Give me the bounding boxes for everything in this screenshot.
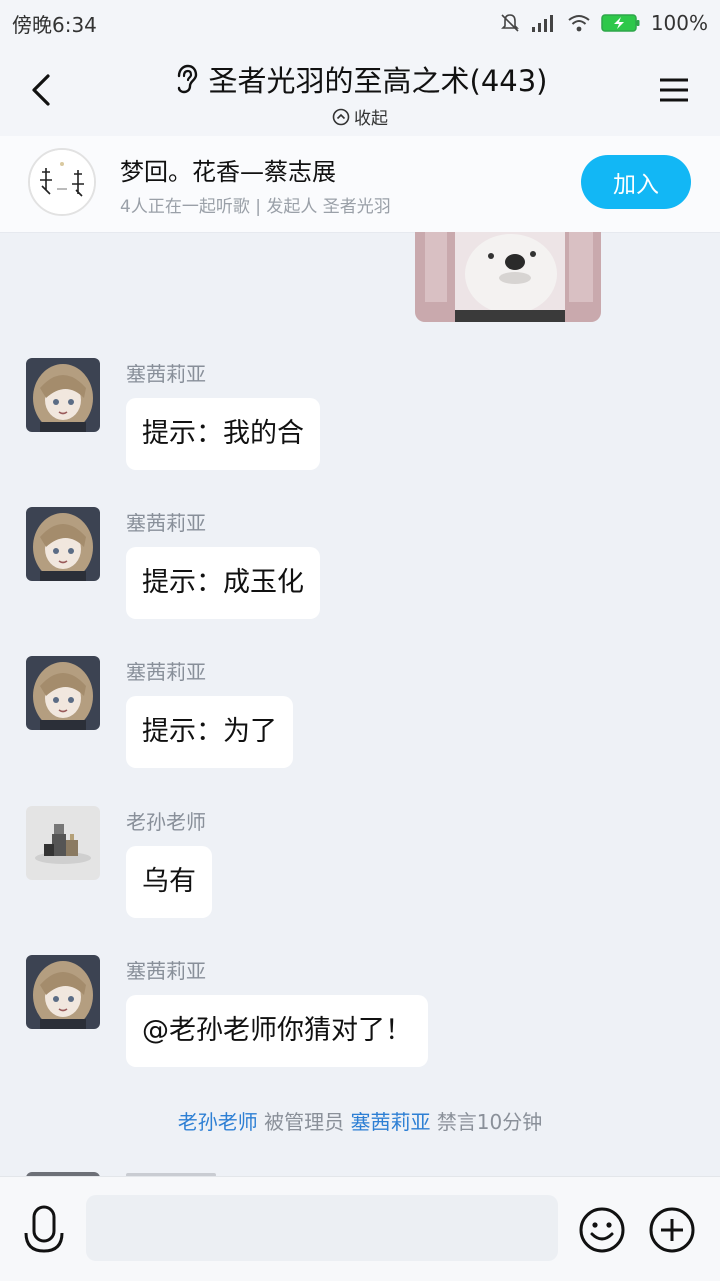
status-icons: 100% xyxy=(499,11,708,35)
back-arrow-icon xyxy=(32,74,50,106)
input-bar xyxy=(0,1176,720,1281)
avatar[interactable] xyxy=(26,656,100,730)
status-time: 傍晚6:34 xyxy=(12,12,97,37)
emoji-button[interactable] xyxy=(578,1206,626,1254)
listen-together-bar[interactable]: 梦回。花香—蔡志展 4人正在一起听歌 | 发起人 圣者光羽 加入 xyxy=(0,136,720,233)
listen-subtitle: 4人正在一起听歌 | 发起人 圣者光羽 xyxy=(120,197,391,217)
chat-list[interactable]: 塞茜莉亚 提示：我的合 塞茜莉亚 提示：成玉化 塞茜莉亚 提示：为了 老孙老师 … xyxy=(0,232,720,1176)
message-bubble[interactable]: 提示：成玉化 xyxy=(126,547,320,619)
collapse-toggle[interactable]: 收起 xyxy=(120,104,600,129)
song-cover xyxy=(28,148,96,216)
wifi-icon xyxy=(568,15,590,32)
collapse-label: 收起 xyxy=(354,109,388,129)
menu-button[interactable] xyxy=(656,72,692,108)
notice-action-text: 禁言10分钟 xyxy=(436,1110,543,1134)
sender-name: 塞茜莉亚 xyxy=(126,660,206,684)
plus-icon xyxy=(649,1207,695,1253)
message-bubble[interactable]: 乌有 xyxy=(126,846,212,918)
ear-icon xyxy=(177,64,197,94)
song-title: 梦回。花香—蔡志展 xyxy=(120,158,336,186)
muted-user-link[interactable]: 老孙老师 xyxy=(178,1110,258,1134)
sender-name: 塞茜莉亚 xyxy=(126,959,206,983)
message-input[interactable] xyxy=(86,1195,558,1261)
status-bar: 傍晚6:34 100% xyxy=(0,0,720,46)
microphone-icon xyxy=(24,1205,64,1253)
message-bubble[interactable]: 提示：我的合 xyxy=(126,398,320,470)
sender-name: 老孙老师 xyxy=(126,810,206,834)
avatar[interactable] xyxy=(26,806,100,880)
collapse-circle-icon xyxy=(332,108,350,125)
back-button[interactable] xyxy=(20,68,64,112)
message-bubble[interactable]: 提示：为了 xyxy=(126,696,293,768)
message-bubble[interactable]: @老孙老师你猜对了！ xyxy=(126,995,428,1067)
battery-percent: 100% xyxy=(650,11,708,35)
voice-button[interactable] xyxy=(22,1203,66,1259)
avatar[interactable] xyxy=(26,955,100,1029)
sender-name: 塞茜莉亚 xyxy=(126,362,206,386)
admin-user-link[interactable]: 塞茜莉亚 xyxy=(350,1110,430,1134)
mute-bell-icon xyxy=(500,14,519,32)
signal-icon xyxy=(531,15,553,32)
system-notice: 老孙老师 被管理员 塞茜莉亚 禁言10分钟 xyxy=(0,1106,720,1135)
sender-name: 塞茜莉亚 xyxy=(126,511,206,535)
avatar[interactable] xyxy=(26,358,100,432)
image-message[interactable] xyxy=(415,232,601,322)
emoji-icon xyxy=(579,1207,625,1253)
avatar[interactable] xyxy=(26,507,100,581)
battery-charging-icon xyxy=(601,14,640,32)
more-button[interactable] xyxy=(648,1206,696,1254)
join-button[interactable]: 加入 xyxy=(581,155,691,209)
page-title: 圣者光羽的至高之术(443) xyxy=(208,64,548,98)
notice-middle-text: 被管理员 xyxy=(264,1110,345,1134)
chat-header: 圣者光羽的至高之术(443) 收起 xyxy=(0,46,720,136)
title-area[interactable]: 圣者光羽的至高之术(443) 收起 xyxy=(120,58,600,129)
menu-icon xyxy=(660,78,688,102)
